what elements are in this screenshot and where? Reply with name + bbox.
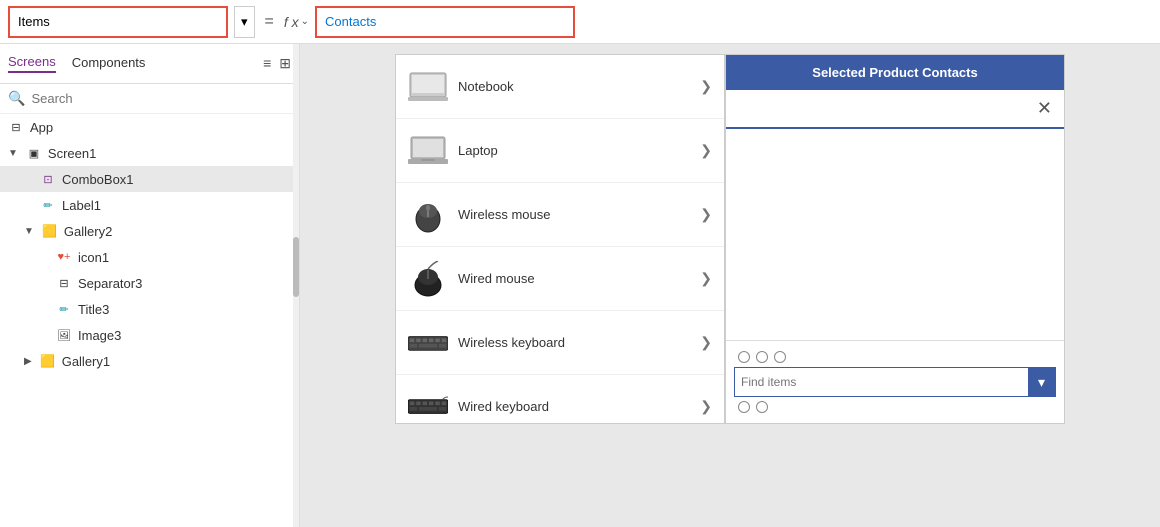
close-button[interactable]: ✕ (1037, 98, 1052, 119)
tree-label-gallery2: Gallery2 (64, 224, 112, 239)
wireless-keyboard-img (408, 325, 448, 361)
dot-b2 (756, 401, 768, 413)
product-name-wireless-keyboard: Wireless keyboard (458, 335, 690, 350)
tree-label-icon1: icon1 (78, 250, 109, 265)
expand-gallery2-icon[interactable]: ▼ (24, 226, 34, 237)
panel-search-input[interactable] (735, 371, 1028, 393)
laptop-img (408, 133, 448, 169)
sidebar-tabs: Screens Components ≡ ⊞ (0, 44, 299, 84)
main-layout: Screens Components ≡ ⊞ 🔍 ⊟ App ▼ ▣ Scree… (0, 44, 1160, 527)
image3-icon: 🖼 (56, 327, 72, 343)
list-view-icon[interactable]: ≡ (263, 55, 271, 72)
tree-item-label1[interactable]: ✏ Label1 (0, 192, 299, 218)
product-item-notebook[interactable]: Notebook (396, 55, 724, 119)
search-box: 🔍 (0, 84, 299, 114)
canvas-area: Notebook Laptop (300, 44, 1160, 527)
wireless-mouse-img (408, 197, 448, 233)
app-icon: ⊟ (8, 119, 24, 135)
formula-input[interactable] (315, 6, 575, 38)
top-bar: ▾ = f x ⌄ (0, 0, 1160, 44)
wired-mouse-img (408, 261, 448, 297)
panel-search-row: ▾ (734, 367, 1056, 397)
product-item-wireless-mouse[interactable]: Wireless mouse (396, 183, 724, 247)
panel-header: Selected Product Contacts (726, 55, 1064, 90)
notebook-arrow (700, 78, 712, 95)
grid-view-icon[interactable]: ⊞ (279, 55, 291, 72)
expand-gallery1-icon[interactable]: ▶ (24, 356, 32, 367)
product-item-laptop[interactable]: Laptop (396, 119, 724, 183)
gallery1-icon: 🟨 (40, 353, 56, 369)
panel-dots-top (734, 349, 1056, 367)
product-name-notebook: Notebook (458, 79, 690, 94)
tree-label-combobox1: ComboBox1 (62, 172, 134, 187)
tab-components[interactable]: Components (72, 55, 146, 72)
notebook-img (408, 69, 448, 105)
product-list: Notebook Laptop (395, 54, 725, 424)
fx-label: f x ⌄ (284, 14, 309, 30)
canvas-content: Notebook Laptop (395, 54, 1065, 424)
label-icon: ✏ (40, 197, 56, 213)
panel-close-row: ✕ (726, 90, 1064, 129)
tree-label-title3: Title3 (78, 302, 109, 317)
product-item-wireless-keyboard[interactable]: Wireless keyboard (396, 311, 724, 375)
tab-icons: ≡ ⊞ (263, 55, 291, 72)
title3-icon: ✏ (56, 301, 72, 317)
tree-label-image3: Image3 (78, 328, 121, 343)
tree-label-gallery1: Gallery1 (62, 354, 110, 369)
product-item-wired-keyboard[interactable]: Wired keyboard (396, 375, 724, 424)
panel-content (726, 129, 1064, 340)
wireless-keyboard-arrow (700, 334, 712, 351)
wired-keyboard-arrow (700, 398, 712, 415)
tree-item-gallery2[interactable]: ▼ 🟨 Gallery2 (0, 218, 299, 244)
dot-1 (738, 351, 750, 363)
separator-icon: ⊟ (56, 275, 72, 291)
wired-keyboard-img (408, 389, 448, 425)
product-name-wired-mouse: Wired mouse (458, 271, 690, 286)
tree-label-app: App (30, 120, 53, 135)
sidebar-scrollbar-thumb[interactable] (293, 237, 299, 297)
tree-item-screen1[interactable]: ▼ ▣ Screen1 (0, 140, 299, 166)
tree-item-gallery1[interactable]: ▶ 🟨 Gallery1 (0, 348, 299, 374)
expand-screen1-icon[interactable]: ▼ (8, 148, 18, 159)
gallery2-icon: 🟨 (42, 223, 58, 239)
tree-item-separator3[interactable]: ⊟ Separator3 (0, 270, 299, 296)
panel-search-button[interactable]: ▾ (1028, 368, 1055, 396)
fx-box: f x ⌄ (284, 14, 309, 30)
selected-product-panel: Selected Product Contacts ✕ ▾ (725, 54, 1065, 424)
tree-label-screen1: Screen1 (48, 146, 96, 161)
dot-3 (774, 351, 786, 363)
tree-item-app[interactable]: ⊟ App (0, 114, 299, 140)
product-name-laptop: Laptop (458, 143, 690, 158)
tree-item-image3[interactable]: 🖼 Image3 (0, 322, 299, 348)
dot-b1 (738, 401, 750, 413)
panel-search-area: ▾ (726, 340, 1064, 423)
combobox-icon: ⊡ (40, 171, 56, 187)
product-name-wired-keyboard: Wired keyboard (458, 399, 690, 414)
sidebar-scrollbar[interactable] (293, 44, 299, 527)
product-name-wireless-mouse: Wireless mouse (458, 207, 690, 222)
tree-area: ⊟ App ▼ ▣ Screen1 ⊡ ComboBox1 ✏ Label1 ▼ (0, 114, 299, 527)
icon1-icon: ♥+ (56, 249, 72, 265)
equals-sign: = (261, 13, 278, 31)
items-input[interactable] (8, 6, 228, 38)
tree-item-title3[interactable]: ✏ Title3 (0, 296, 299, 322)
wired-mouse-arrow (700, 270, 712, 287)
panel-dots-bottom (734, 397, 1056, 415)
wireless-mouse-arrow (700, 206, 712, 223)
dot-2 (756, 351, 768, 363)
search-input[interactable] (31, 91, 291, 106)
tree-label-separator3: Separator3 (78, 276, 142, 291)
items-dropdown[interactable]: ▾ (234, 6, 255, 38)
tree-label-label1: Label1 (62, 198, 101, 213)
tree-item-icon1[interactable]: ♥+ icon1 (0, 244, 299, 270)
screen-icon: ▣ (26, 145, 42, 161)
product-item-wired-mouse[interactable]: Wired mouse (396, 247, 724, 311)
laptop-arrow (700, 142, 712, 159)
tab-screens[interactable]: Screens (8, 54, 56, 73)
search-icon: 🔍 (8, 90, 25, 107)
tree-item-combobox1[interactable]: ⊡ ComboBox1 (0, 166, 299, 192)
sidebar: Screens Components ≡ ⊞ 🔍 ⊟ App ▼ ▣ Scree… (0, 44, 300, 527)
